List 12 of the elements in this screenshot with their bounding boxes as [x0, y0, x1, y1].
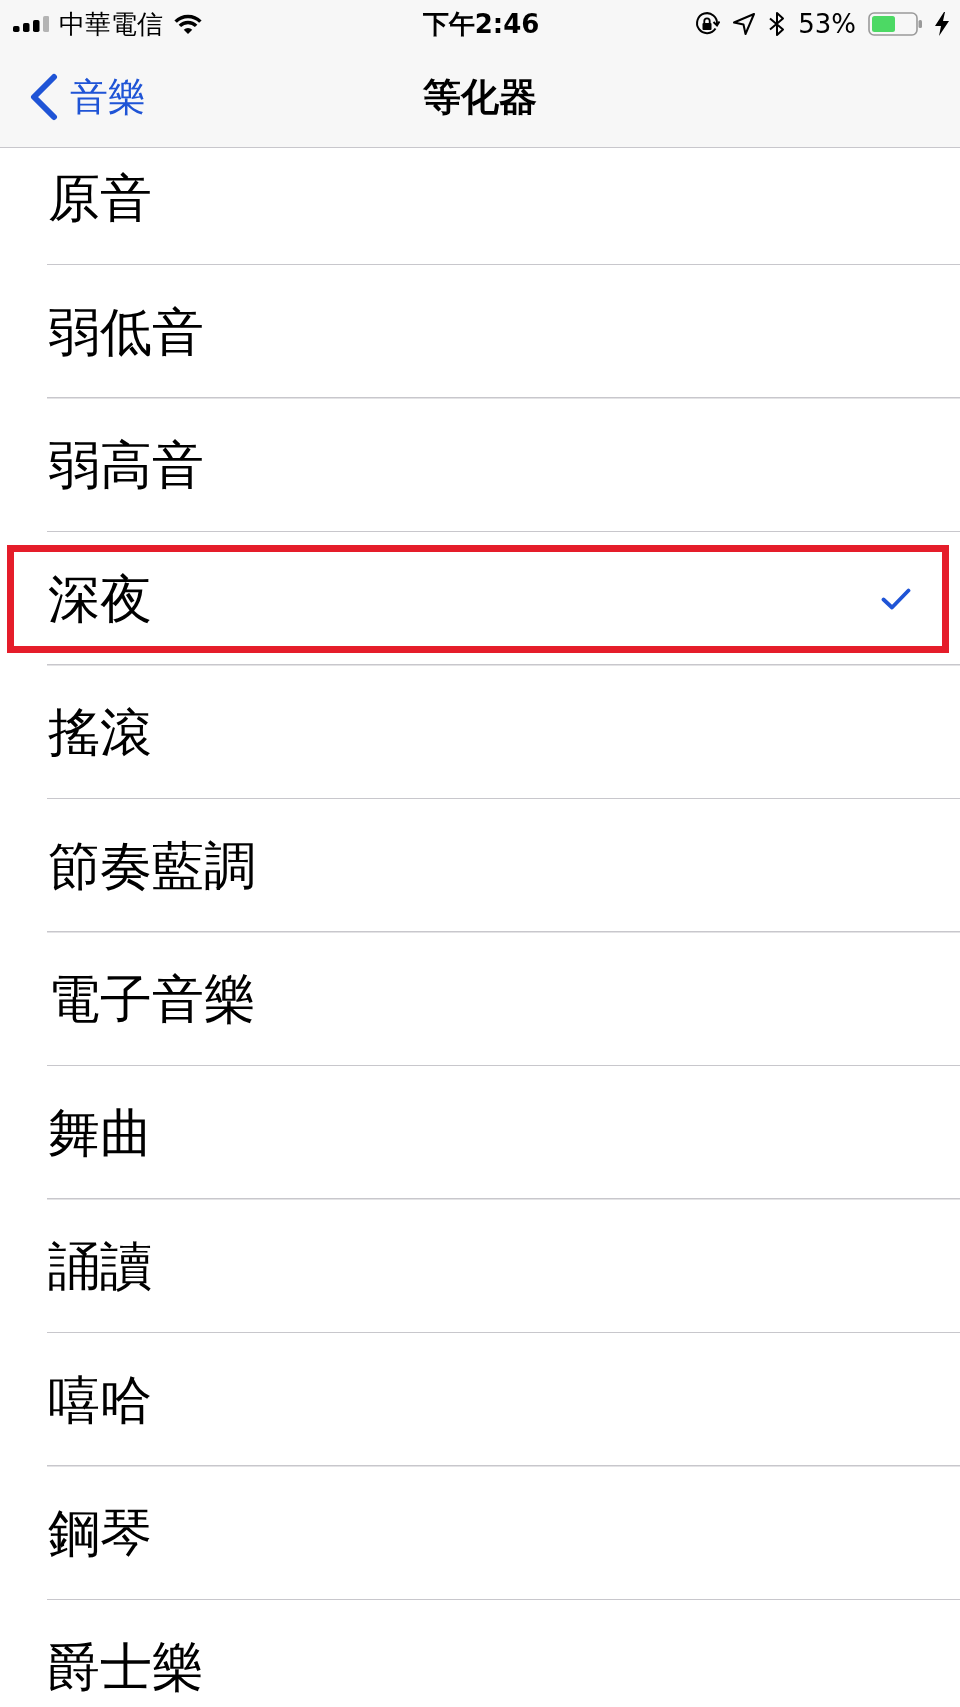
battery-percent: 53%	[798, 9, 856, 39]
status-time: 下午2:46	[422, 9, 540, 39]
orientation-lock-icon	[694, 11, 721, 37]
wifi-icon	[173, 13, 203, 35]
nav-title: 等化器	[423, 74, 537, 122]
location-arrow-icon	[732, 12, 757, 36]
bluetooth-icon	[768, 11, 787, 37]
battery-icon	[868, 12, 923, 36]
chevron-left-icon	[29, 73, 58, 122]
back-button[interactable]: 音樂	[29, 73, 146, 122]
carrier-name: 中華電信	[59, 9, 163, 39]
signal-icon	[13, 16, 49, 32]
